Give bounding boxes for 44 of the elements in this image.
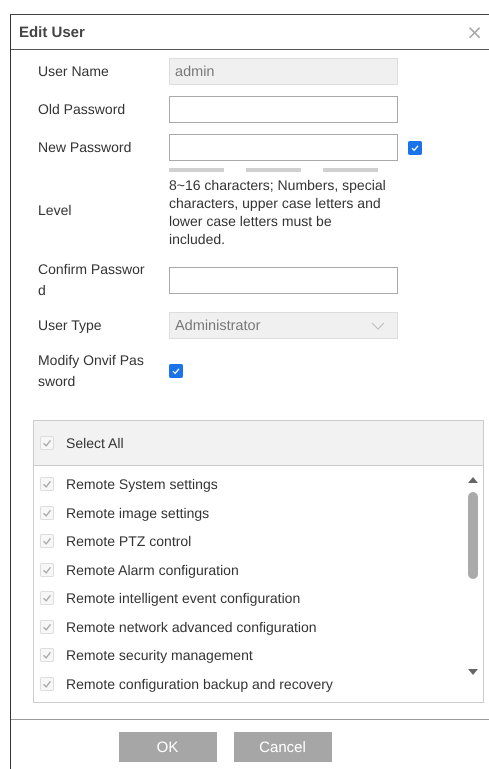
checkbox[interactable] <box>169 364 183 378</box>
field-label: User Name <box>38 62 110 81</box>
strength-bar <box>246 168 301 172</box>
scroll-up-icon[interactable] <box>468 477 478 483</box>
check-icon <box>42 508 52 518</box>
dialog-button[interactable]: OK <box>118 732 216 762</box>
permission-label: Remote configuration backup and recovery <box>66 676 333 692</box>
strength-bar <box>169 168 224 172</box>
permission-label: Remote System settings <box>66 476 218 492</box>
permission-label: Remote Alarm configuration <box>66 562 239 578</box>
check-icon <box>42 622 52 632</box>
password-hint: 8~16 characters; Numbers, special characters, upper case letters and lower case letters must be included. <box>169 176 387 248</box>
dialog-button[interactable]: Cancel <box>234 732 332 762</box>
check-icon <box>42 650 52 660</box>
show-password-checkbox[interactable] <box>408 140 422 154</box>
select-all-label: Select All <box>66 435 124 451</box>
check-icon <box>42 678 52 689</box>
strength-bar <box>323 168 378 172</box>
field-label: User Type <box>38 316 103 335</box>
field-label: New Password <box>38 138 132 157</box>
check-icon <box>42 536 52 546</box>
permission-label: Remote PTZ control <box>66 533 192 550</box>
input-field[interactable] <box>169 96 398 123</box>
close-button[interactable]: × <box>466 20 483 44</box>
input-field[interactable] <box>169 266 398 294</box>
chevron-down-icon <box>371 322 385 330</box>
check-icon <box>42 564 52 575</box>
check-icon <box>42 479 52 490</box>
dialog-title: Edit User <box>19 24 85 40</box>
scroll-down-icon[interactable] <box>468 669 478 675</box>
permission-label: Remote image settings <box>66 504 210 521</box>
input-field[interactable] <box>169 134 398 161</box>
permission-label: Remote intelligent event configuration <box>66 590 300 606</box>
field-label: Modify Onvif Password <box>38 351 145 391</box>
permission-label: Remote network advanced configuration <box>66 618 317 635</box>
check-icon <box>42 593 52 604</box>
field-label: Level <box>38 200 72 220</box>
check-icon <box>42 438 52 448</box>
check-icon <box>410 142 420 152</box>
scrollbar-thumb[interactable] <box>468 492 478 579</box>
permission-label: Remote security management <box>66 647 253 664</box>
check-icon <box>171 366 181 376</box>
field-label: Old Password <box>38 100 126 119</box>
field-label: Confirm Password <box>38 260 146 300</box>
